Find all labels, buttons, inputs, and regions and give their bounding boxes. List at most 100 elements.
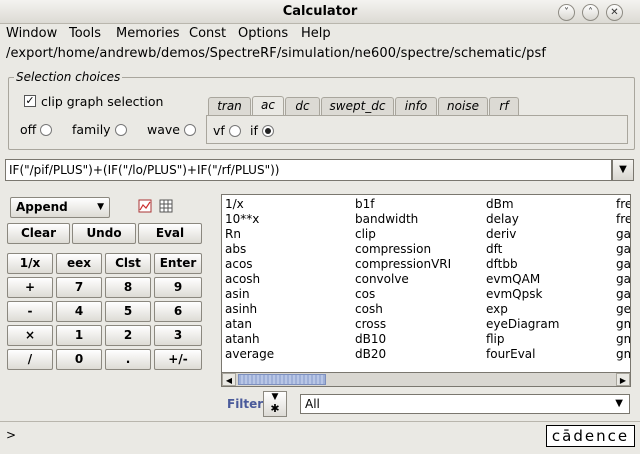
list-item[interactable]: ga	[616, 242, 630, 257]
key-7[interactable]: 7	[56, 277, 102, 298]
list-item[interactable]: compressionVRI	[355, 257, 451, 272]
key-minus[interactable]: -	[7, 301, 53, 322]
list-item[interactable]: clip	[355, 227, 451, 242]
key-multiply[interactable]: ×	[7, 325, 53, 346]
key-8[interactable]: 8	[105, 277, 151, 298]
key-0[interactable]: 0	[56, 349, 102, 370]
radio-vf-circle[interactable]	[228, 125, 241, 137]
function-list-scrollbar[interactable]: ◀ ▶	[221, 372, 631, 387]
key-plus[interactable]: +	[7, 277, 53, 298]
tab-tran[interactable]: tran	[208, 97, 251, 115]
expression-dropdown-button[interactable]: ▼	[612, 159, 634, 181]
list-item[interactable]: acosh	[225, 272, 274, 287]
list-item[interactable]: exp	[486, 302, 559, 317]
list-item[interactable]: ga	[616, 287, 630, 302]
key-clst[interactable]: Clst	[105, 253, 151, 274]
key-negate[interactable]: +/-	[154, 349, 202, 370]
radio-family[interactable]: family	[72, 122, 127, 137]
list-item[interactable]: b1f	[355, 197, 451, 212]
list-item[interactable]: fre	[616, 212, 630, 227]
list-item[interactable]: acos	[225, 257, 274, 272]
command-prompt[interactable]: >	[6, 428, 16, 442]
radio-if[interactable]: if	[250, 123, 274, 138]
radio-off-circle[interactable]	[40, 124, 53, 136]
list-item[interactable]: flip	[486, 332, 559, 347]
table-icon[interactable]	[159, 199, 173, 213]
list-item[interactable]: fre	[616, 197, 630, 212]
list-item[interactable]: average	[225, 347, 274, 362]
clear-button[interactable]: Clear	[7, 223, 70, 244]
list-item[interactable]: gm	[616, 332, 630, 347]
filter-select[interactable]: All ▼	[300, 394, 630, 414]
list-item[interactable]: Rn	[225, 227, 274, 242]
key-decimal[interactable]: .	[105, 349, 151, 370]
list-item[interactable]: ga	[616, 227, 630, 242]
key-9[interactable]: 9	[154, 277, 202, 298]
maximize-button[interactable]: ˄	[582, 4, 599, 21]
list-item[interactable]: ga	[616, 257, 630, 272]
append-mode-select[interactable]: Append ▼	[10, 197, 110, 218]
list-item[interactable]: gm	[616, 347, 630, 362]
list-item[interactable]: 1/x	[225, 197, 274, 212]
graph-icon[interactable]	[138, 199, 152, 213]
menu-help[interactable]: Help	[301, 26, 331, 41]
tab-swept-dc[interactable]: swept_dc	[321, 97, 394, 115]
close-button[interactable]: ✕	[606, 4, 623, 21]
tab-rf[interactable]: rf	[489, 97, 519, 115]
key-3[interactable]: 3	[154, 325, 202, 346]
list-item[interactable]: cosh	[355, 302, 451, 317]
scrollbar-thumb[interactable]	[238, 374, 326, 385]
key-divide[interactable]: /	[7, 349, 53, 370]
list-item[interactable]: deriv	[486, 227, 559, 242]
menu-window[interactable]: Window	[6, 26, 57, 41]
list-item[interactable]: compression	[355, 242, 451, 257]
menu-memories[interactable]: Memories	[116, 26, 180, 41]
radio-family-circle[interactable]	[114, 124, 127, 136]
list-item[interactable]: cross	[355, 317, 451, 332]
key-eex[interactable]: eex	[56, 253, 102, 274]
radio-if-circle[interactable]	[261, 125, 274, 137]
menu-options[interactable]: Options	[238, 26, 288, 41]
list-item[interactable]: ge	[616, 302, 630, 317]
menu-const[interactable]: Const	[189, 26, 226, 41]
key-1[interactable]: 1	[56, 325, 102, 346]
list-item[interactable]: dB10	[355, 332, 451, 347]
list-item[interactable]: evmQpsk	[486, 287, 559, 302]
list-item[interactable]: convolve	[355, 272, 451, 287]
list-item[interactable]: delay	[486, 212, 559, 227]
list-item[interactable]: dft	[486, 242, 559, 257]
minimize-button[interactable]: ˅	[558, 4, 575, 21]
list-item[interactable]: fourEval	[486, 347, 559, 362]
list-item[interactable]: dB20	[355, 347, 451, 362]
scroll-left-icon[interactable]: ◀	[222, 373, 236, 386]
list-item[interactable]: asin	[225, 287, 274, 302]
tab-dc[interactable]: dc	[285, 97, 320, 115]
list-item[interactable]: cos	[355, 287, 451, 302]
radio-wave-circle[interactable]	[183, 124, 196, 136]
tab-noise[interactable]: noise	[438, 97, 488, 115]
tab-ac[interactable]: ac	[252, 96, 284, 115]
list-item[interactable]: bandwidth	[355, 212, 451, 227]
list-item[interactable]: evmQAM	[486, 272, 559, 287]
key-4[interactable]: 4	[56, 301, 102, 322]
list-item[interactable]: dBm	[486, 197, 559, 212]
eval-button[interactable]: Eval	[138, 223, 202, 244]
key-enter[interactable]: Enter	[154, 253, 202, 274]
radio-wave[interactable]: wave	[147, 122, 196, 137]
list-item[interactable]: eyeDiagram	[486, 317, 559, 332]
list-item[interactable]: dftbb	[486, 257, 559, 272]
scroll-right-icon[interactable]: ▶	[616, 373, 630, 386]
expression-field[interactable]: IF("/pif/PLUS")+(IF("/lo/PLUS")+IF("/rf/…	[5, 159, 612, 181]
undo-button[interactable]: Undo	[72, 223, 136, 244]
key-6[interactable]: 6	[154, 301, 202, 322]
key-reciprocal[interactable]: 1/x	[7, 253, 53, 274]
radio-vf[interactable]: vf	[213, 123, 241, 138]
list-item[interactable]: atanh	[225, 332, 274, 347]
radio-off[interactable]: off	[20, 122, 53, 137]
list-item[interactable]: ga	[616, 272, 630, 287]
list-item[interactable]: 10**x	[225, 212, 274, 227]
list-item[interactable]: abs	[225, 242, 274, 257]
key-2[interactable]: 2	[105, 325, 151, 346]
function-list[interactable]: 1/x 10**x Rn abs acos acosh asin asinh a…	[221, 194, 631, 387]
filter-menu-button[interactable]: ▼ ✱	[263, 391, 287, 417]
